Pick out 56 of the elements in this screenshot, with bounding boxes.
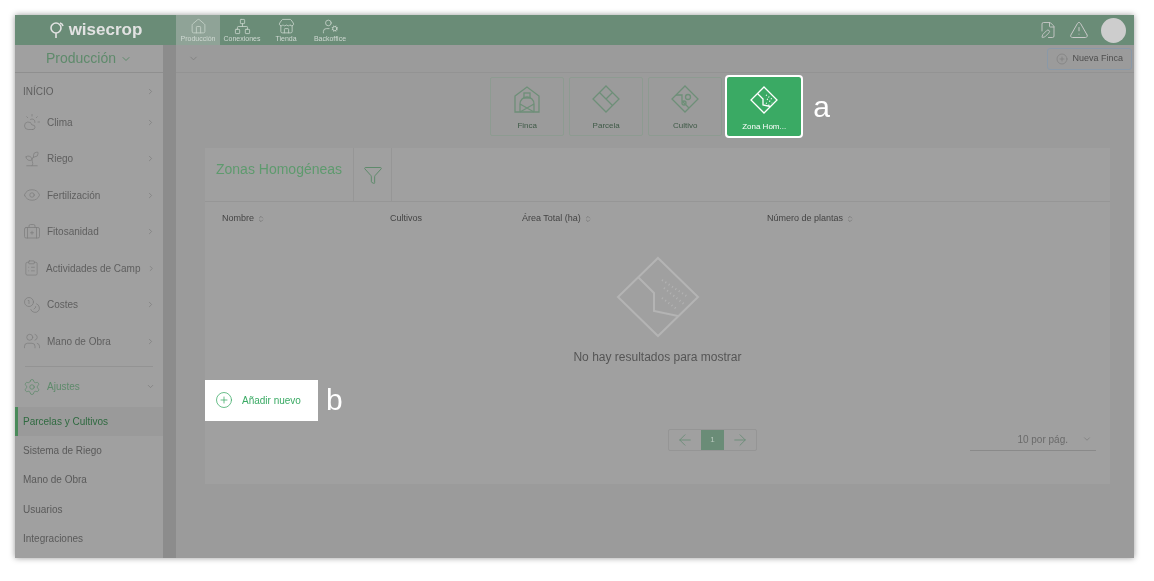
- entity-tab[interactable]: Finca: [490, 77, 565, 136]
- tiles-icon: [591, 84, 622, 114]
- store-icon: [277, 18, 295, 35]
- sidebar-title: Producción: [45, 49, 116, 68]
- edit-icon[interactable]: [1039, 21, 1057, 39]
- people-icon: [23, 332, 41, 351]
- zone-icon: [749, 85, 780, 115]
- sidebar-section[interactable]: Ajustes: [15, 366, 163, 407]
- cloud-sun-icon: [23, 113, 41, 132]
- case-icon: [23, 222, 41, 241]
- house-icon: [189, 18, 207, 35]
- new-farm-button[interactable]: Nueva Finca: [1047, 47, 1132, 70]
- sort-icon: [583, 214, 592, 223]
- sidebar-item[interactable]: Fitosanidad: [15, 213, 163, 250]
- entity-tab[interactable]: Cultivo: [648, 77, 723, 136]
- gear-icon: [23, 377, 41, 396]
- panel-title: Zonas Homogéneas: [216, 161, 343, 177]
- column-header[interactable]: Número de plantas: [767, 212, 1110, 226]
- app-logo: wisecrop: [68, 19, 143, 42]
- column-header[interactable]: Área Total (ha): [522, 212, 767, 226]
- filter-icon[interactable]: [362, 164, 383, 185]
- clipboard-icon: [23, 259, 40, 278]
- sidebar-subitem[interactable]: Sistema de Riego: [15, 435, 163, 466]
- sidebar-item[interactable]: Riego: [15, 140, 163, 177]
- worker-icon: [321, 18, 339, 35]
- avatar[interactable]: [1101, 17, 1126, 43]
- sort-icon: [846, 214, 855, 223]
- empty-message: No hay resultados para mostrar: [573, 348, 742, 366]
- sidebar-subitem[interactable]: Integraciones: [15, 523, 163, 553]
- entity-tab[interactable]: Parcela: [569, 77, 644, 136]
- sprout-icon: [23, 149, 41, 168]
- entity-tab[interactable]: Zona Hom...: [727, 77, 802, 136]
- scrollbar[interactable]: [163, 45, 176, 558]
- sidebar-item[interactable]: INÍCIO: [15, 78, 163, 104]
- sidebar-subitem[interactable]: Parcelas y Cultivos: [15, 406, 163, 436]
- warning-icon[interactable]: [1069, 20, 1089, 40]
- callout-label: b: [326, 385, 343, 415]
- sidebar-item[interactable]: Actividades de Camp: [15, 250, 163, 287]
- sidebar-subitem[interactable]: Usuarios: [15, 494, 163, 524]
- sidebar-subitem[interactable]: Mano de Obra: [15, 465, 163, 495]
- page-button[interactable]: 1: [701, 429, 724, 450]
- sort-icon: [257, 214, 265, 223]
- sidebar-item[interactable]: Mano de Obra: [15, 323, 163, 360]
- network-icon: [233, 18, 251, 35]
- coins-icon: [23, 295, 41, 314]
- column-header: Cultivos: [390, 212, 423, 225]
- add-new-button[interactable]: Añadir nuevo: [205, 379, 318, 421]
- column-header[interactable]: Nombre: [222, 212, 390, 226]
- sidebar-item[interactable]: Clima: [15, 104, 163, 141]
- callout-label: a: [813, 91, 830, 122]
- sidebar-item[interactable]: Costes: [15, 286, 163, 323]
- field-icon: [670, 84, 701, 114]
- plus-icon: [215, 391, 233, 409]
- logo-icon: [48, 21, 65, 39]
- sidebar-item[interactable]: Fertilización: [15, 177, 163, 214]
- barn-icon: [512, 84, 543, 114]
